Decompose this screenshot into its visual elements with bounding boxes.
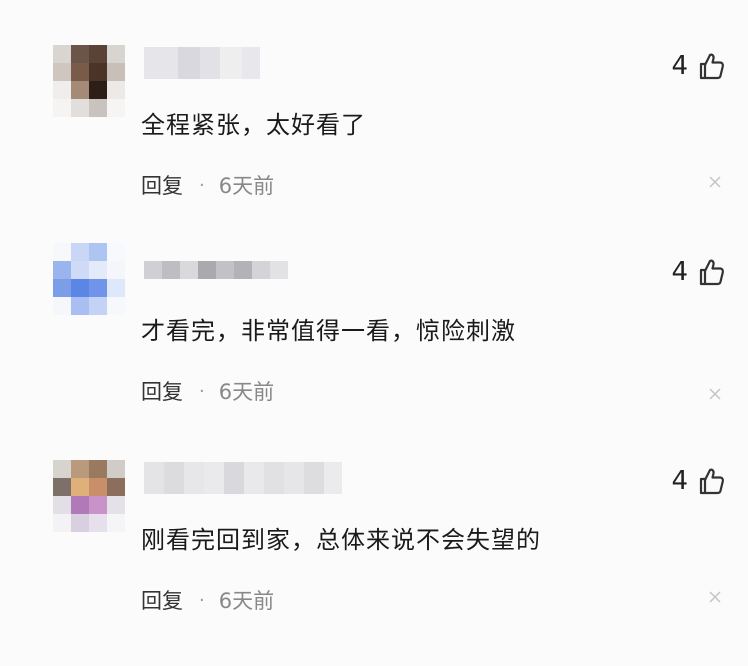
- like-control[interactable]: 4: [671, 464, 726, 498]
- reply-button[interactable]: 回复: [141, 376, 183, 406]
- close-icon[interactable]: [708, 175, 722, 189]
- comment-time: 6天前: [218, 589, 275, 613]
- separator-dot: ·: [199, 380, 205, 402]
- username-blurred[interactable]: [144, 462, 342, 494]
- comment-text: 刚看完回到家，总体来说不会失望的: [141, 526, 541, 554]
- username-blurred[interactable]: [144, 261, 288, 279]
- comment-text: 全程紧张，太好看了: [141, 111, 366, 139]
- avatar[interactable]: [53, 243, 125, 315]
- avatar[interactable]: [53, 45, 125, 117]
- comment-time: 6天前: [218, 174, 275, 198]
- thumbs-up-icon[interactable]: [696, 257, 726, 287]
- comment-text: 才看完，非常值得一看，惊险刺激: [141, 317, 516, 345]
- comment-meta: 回复 · 6天前: [141, 171, 274, 199]
- separator-dot: ·: [199, 589, 205, 611]
- comment-meta: 回复 · 6天前: [141, 377, 274, 405]
- close-icon[interactable]: [708, 387, 722, 401]
- like-control[interactable]: 4: [671, 255, 726, 289]
- reply-button[interactable]: 回复: [141, 170, 183, 200]
- comment-item: 4 全程紧张，太好看了 回复 · 6天前: [0, 45, 748, 251]
- thumbs-up-icon[interactable]: [696, 466, 726, 496]
- comment-meta: 回复 · 6天前: [141, 586, 274, 614]
- close-icon[interactable]: [708, 590, 722, 604]
- like-count: 4: [671, 466, 688, 496]
- comment-item: 4 才看完，非常值得一看，惊险刺激 回复 · 6天前: [0, 243, 748, 449]
- like-control[interactable]: 4: [671, 49, 726, 83]
- username-blurred[interactable]: [144, 47, 260, 79]
- comment-item: 4 刚看完回到家，总体来说不会失望的 回复 · 6天前: [0, 460, 748, 666]
- separator-dot: ·: [199, 174, 205, 196]
- avatar[interactable]: [53, 460, 125, 532]
- like-count: 4: [671, 51, 688, 81]
- like-count: 4: [671, 257, 688, 287]
- thumbs-up-icon[interactable]: [696, 51, 726, 81]
- reply-button[interactable]: 回复: [141, 585, 183, 615]
- comment-time: 6天前: [218, 380, 275, 404]
